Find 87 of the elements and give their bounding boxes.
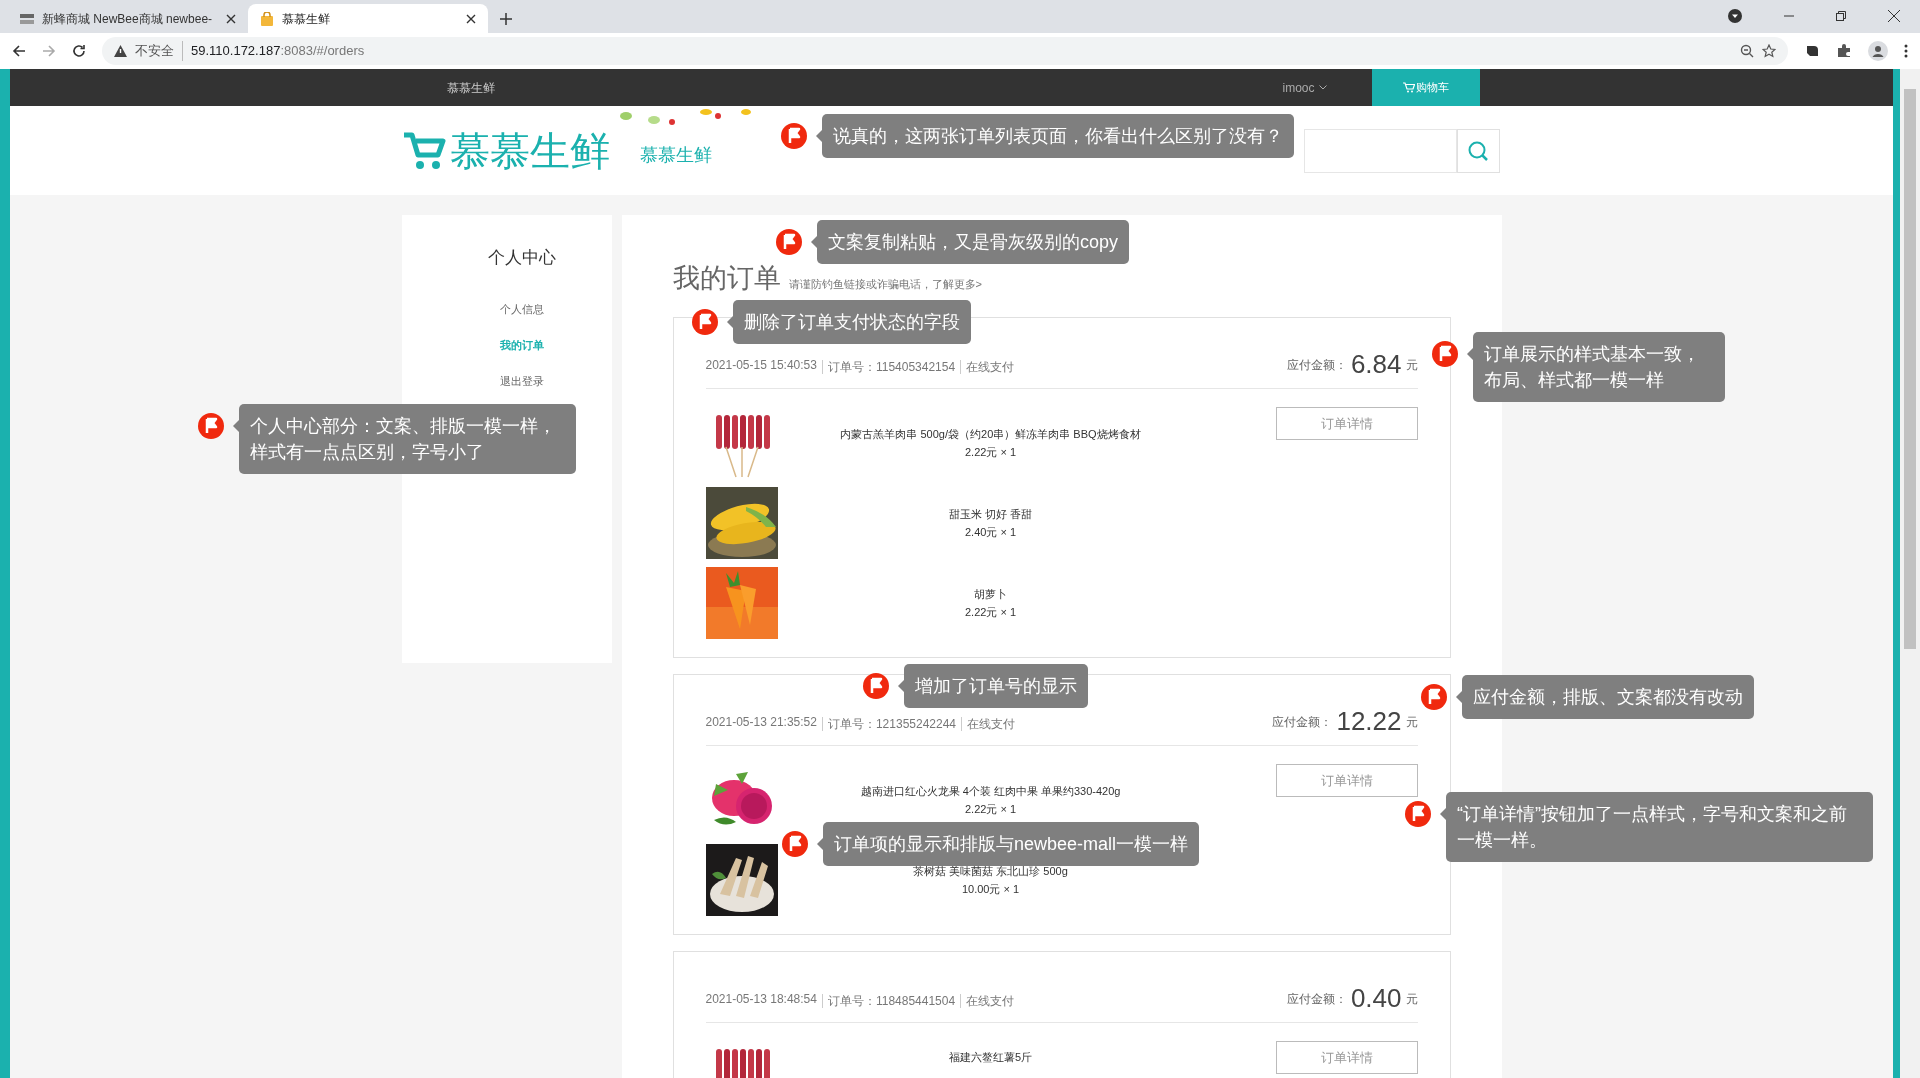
star-icon[interactable] xyxy=(1762,44,1776,58)
scrollbar[interactable] xyxy=(1900,69,1920,1078)
bag-icon xyxy=(260,11,274,26)
product-price: 2.40元 × 1 xyxy=(964,525,1017,540)
cart-icon xyxy=(1402,82,1415,93)
annotation-bubble: 个人中心部分：文案、排版一模一样，样式有一点点区别，字号小了 xyxy=(239,404,576,474)
menu-icon[interactable] xyxy=(1904,44,1908,58)
flag-icon xyxy=(1420,683,1448,711)
annotation-bubble: 文案复制粘贴，又是骨灰级别的copy xyxy=(817,220,1130,264)
dropdown-icon[interactable] xyxy=(1728,9,1742,23)
order-detail-button[interactable]: 订单详情 xyxy=(1275,764,1418,797)
search-field[interactable] xyxy=(1303,128,1457,173)
product-name: 茶树菇 美味菌菇 东北山珍 500g xyxy=(913,863,1068,879)
annotation-bubble: 增加了订单号的显示 xyxy=(904,664,1088,708)
back-icon[interactable] xyxy=(12,44,26,58)
annotation-bubble: 订单项的显示和排版与newbee-mall一模一样 xyxy=(823,822,1200,866)
close-icon[interactable] xyxy=(1888,10,1900,22)
product-name: 胡萝卜 xyxy=(974,586,1007,602)
page-title: 我的订单 xyxy=(672,265,781,292)
annotation-bubble: 应付金额，排版、文案都没有改动 xyxy=(1462,675,1754,719)
product-name: 甜玉米 切好 香甜 xyxy=(948,506,1033,522)
annotation-bubble: 删除了订单支付状态的字段 xyxy=(733,300,971,344)
url-text: 59.110.172.187:8083/#/orders xyxy=(191,42,365,61)
tab-title: 慕慕生鲜 xyxy=(282,10,331,28)
product-name: 内蒙古羔羊肉串 500g/袋（约20串）鲜冻羊肉串 BBQ烧烤食材 xyxy=(840,426,1141,442)
tab-title: 新蜂商城 NewBee商城 newbee- xyxy=(42,10,214,28)
order-number: 订单号：121355242244 xyxy=(821,717,957,731)
annotation-bubble: 订单展示的样式基本一致，布局、样式都一模一样 xyxy=(1473,332,1725,402)
search-button[interactable] xyxy=(1456,128,1500,173)
restore-icon[interactable] xyxy=(1836,11,1846,21)
amount-label: 应付金额： xyxy=(1286,991,1347,1008)
flag-icon xyxy=(1404,800,1432,828)
order-detail-button[interactable]: 订单详情 xyxy=(1275,407,1418,440)
product-price: 2.22元 × 1 xyxy=(964,802,1017,817)
flag-icon xyxy=(775,228,803,256)
product-name: 福建六鳌红薯5斤 xyxy=(948,1050,1033,1065)
flag-icon xyxy=(780,122,808,150)
search-icon xyxy=(1467,139,1489,162)
product-name: 越南进口红心火龙果 4个装 红肉中果 单果约330-420g xyxy=(860,783,1121,799)
product-price: 10.00元 × 1 xyxy=(961,882,1020,897)
flag-icon xyxy=(862,672,890,700)
reload-icon[interactable] xyxy=(72,44,86,58)
flag-icon xyxy=(781,830,809,858)
product-price: 2.22元 × 1 xyxy=(964,605,1017,620)
pay-type: 在线支付 xyxy=(960,360,1015,374)
product-price: 2.22元 × 1 xyxy=(964,445,1017,460)
amount-value: 12.22 xyxy=(1336,707,1402,735)
currency-label: 元 xyxy=(1405,357,1418,374)
flag-icon xyxy=(691,308,719,336)
profile-icon[interactable] xyxy=(1868,41,1888,61)
sidebar-link[interactable]: 个人信息 xyxy=(499,290,544,327)
site-icon xyxy=(20,12,34,25)
user-menu[interactable]: imooc xyxy=(1282,78,1327,97)
currency-label: 元 xyxy=(1405,991,1418,1008)
warning-icon xyxy=(114,45,127,57)
order-detail-button[interactable]: 订单详情 xyxy=(1275,1041,1418,1074)
order-time: 2021-05-15 15:40:53 xyxy=(705,357,817,374)
order-time: 2021-05-13 21:35:52 xyxy=(705,714,817,731)
amount-value: 0.40 xyxy=(1350,984,1402,1012)
chevron-down-icon xyxy=(1318,85,1327,90)
amount-label: 应付金额： xyxy=(1286,357,1347,374)
puzzle-icon[interactable] xyxy=(1836,43,1852,59)
order-number: 订单号：115405342154 xyxy=(821,360,956,374)
address-field[interactable]: 不安全 59.110.172.187:8083/#/orders xyxy=(102,37,1788,65)
browser-tab[interactable]: 新蜂商城 NewBee商城 newbee- xyxy=(8,4,248,33)
annotation-bubble: 说真的，这两张订单列表页面，你看出什么区别了没有？ xyxy=(822,114,1294,158)
amount-label: 应付金额： xyxy=(1272,714,1333,731)
logo-small-text: 慕慕生鲜 xyxy=(639,144,712,167)
new-tab-icon[interactable] xyxy=(500,13,512,25)
pay-type: 在线支付 xyxy=(960,994,1015,1008)
pay-type: 在线支付 xyxy=(961,717,1016,731)
sidebar-title: 个人中心 xyxy=(487,247,556,269)
order-time: 2021-05-13 18:48:54 xyxy=(705,991,817,1008)
close-icon[interactable] xyxy=(466,13,476,24)
close-icon[interactable] xyxy=(226,13,236,24)
browser-tab[interactable]: 慕慕生鲜 xyxy=(248,4,488,33)
flag-icon xyxy=(197,412,225,440)
annotation-bubble: “订单详情”按钮加了一点样式，字号和文案和之前一模一样。 xyxy=(1446,792,1873,862)
security-notice: 请谨防钓鱼链接或诈骗电话，了解更多> xyxy=(788,276,982,292)
currency-label: 元 xyxy=(1405,714,1418,731)
zoom-out-icon[interactable] xyxy=(1740,44,1754,58)
nav-brand[interactable]: 慕慕生鲜 xyxy=(446,78,495,97)
sidebar-link[interactable]: 退出登录 xyxy=(499,362,544,399)
amount-value: 6.84 xyxy=(1350,350,1402,378)
security-label: 不安全 xyxy=(135,41,183,61)
order-number: 订单号：118485441504 xyxy=(821,994,956,1008)
flag-icon xyxy=(1431,340,1459,368)
